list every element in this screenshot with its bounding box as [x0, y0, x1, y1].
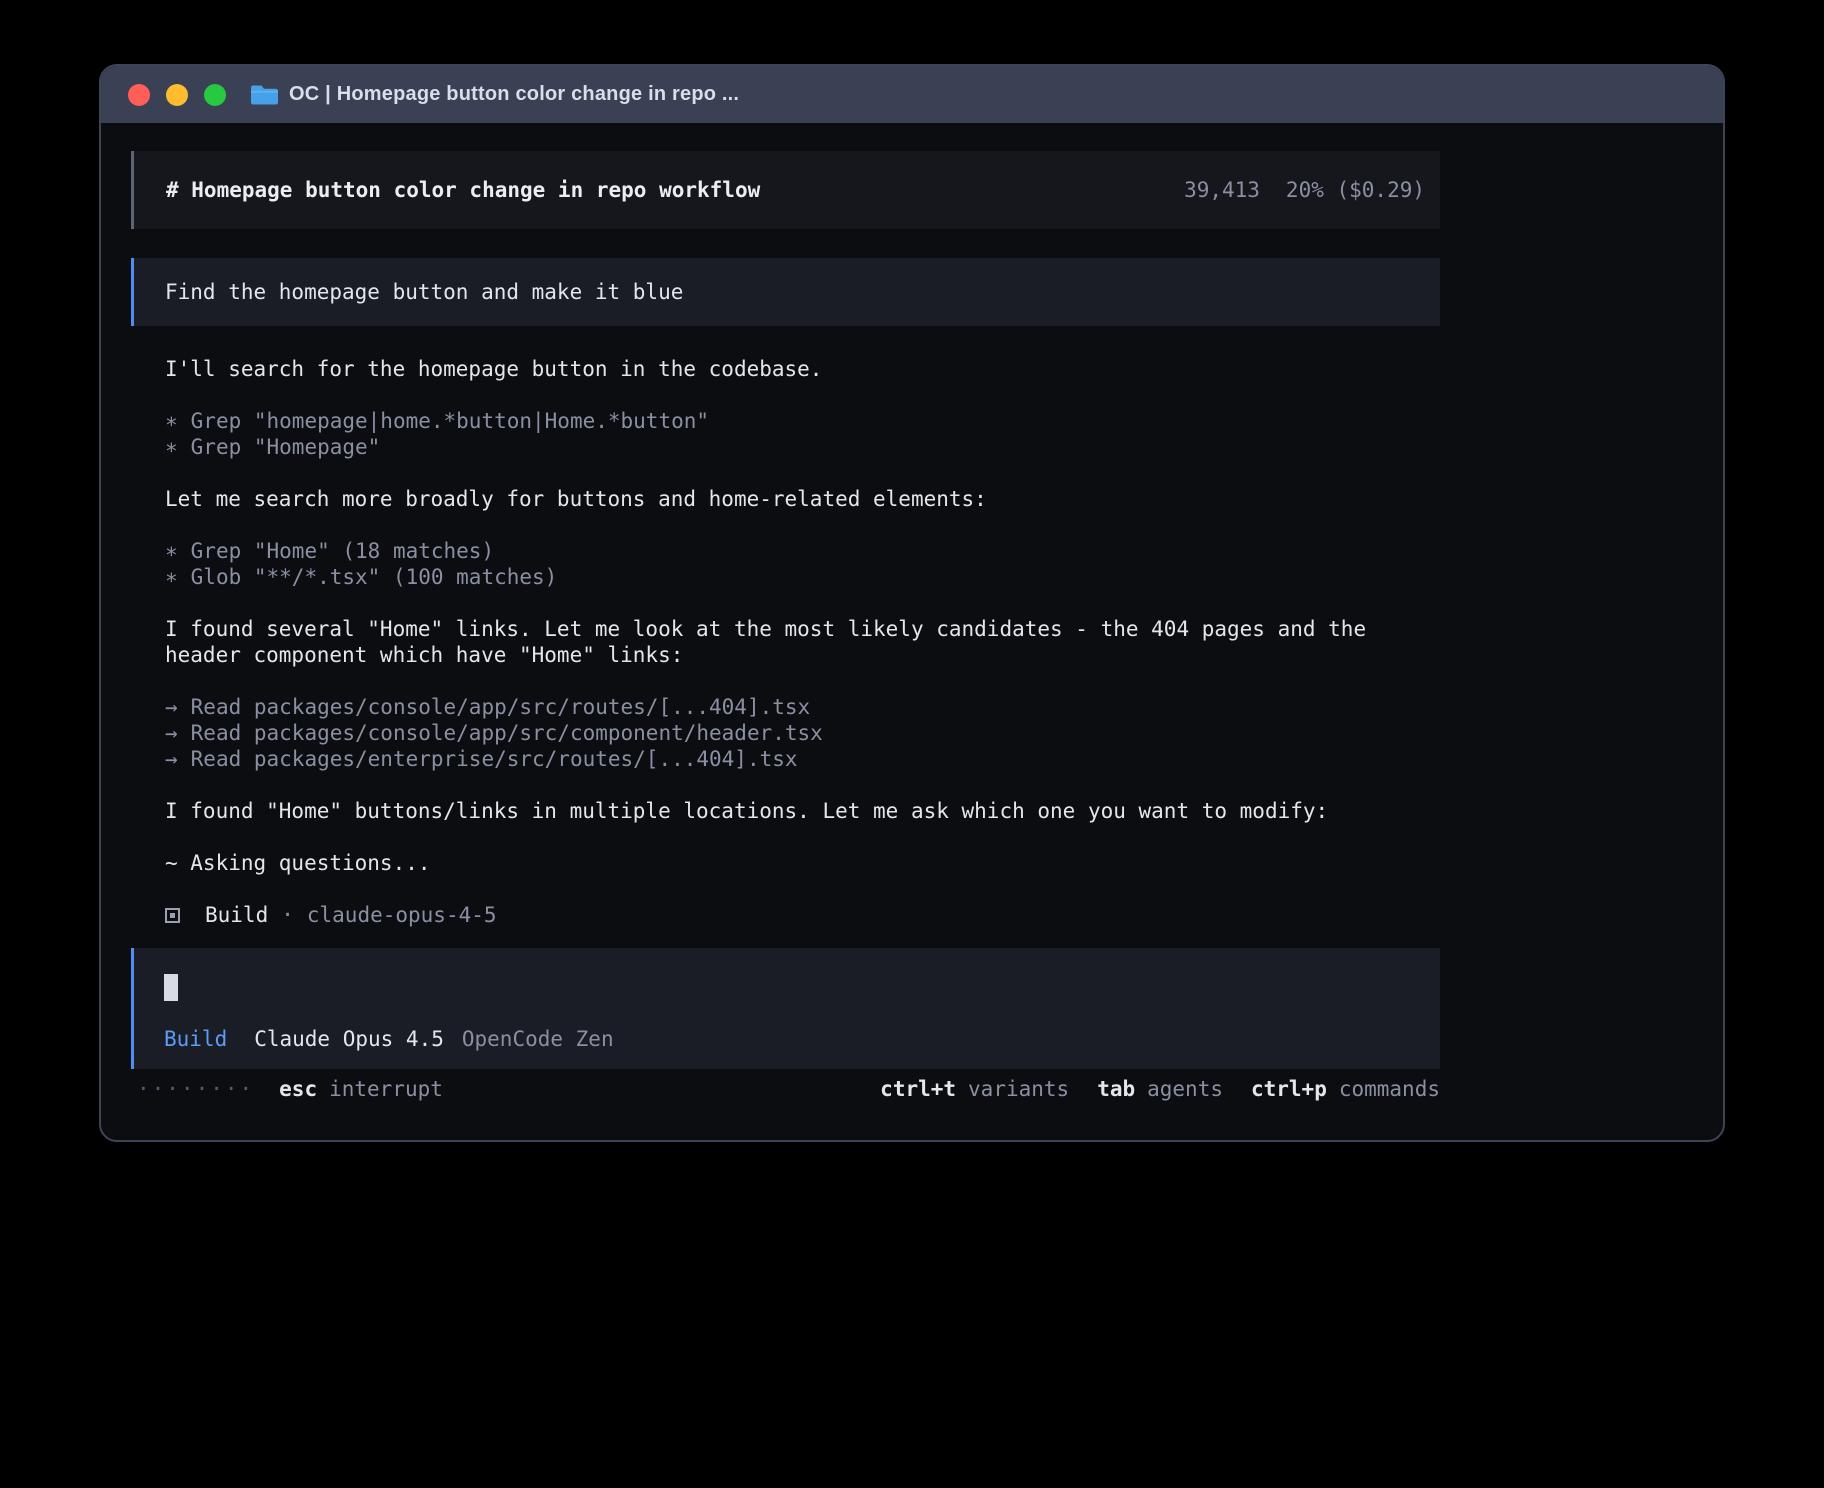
folder-icon	[251, 84, 278, 105]
read-arrow-icon: →	[165, 747, 178, 771]
assistant-text-line: I found "Home" buttons/links in multiple…	[165, 798, 1440, 824]
read-arrow-icon: →	[165, 695, 178, 719]
agent-status-line: Build · claude-opus-4-5	[165, 902, 1440, 928]
tool-call-line: →Read packages/enterprise/src/routes/[..…	[165, 746, 1440, 772]
window-title: OC | Homepage button color change in rep…	[289, 83, 739, 106]
read-arrow-icon: →	[165, 721, 178, 745]
tool-call-line: ∗Grep "Homepage"	[165, 434, 1440, 460]
tool-call-line: ∗Grep "Home" (18 matches)	[165, 538, 1440, 564]
dot-separator: ·	[281, 902, 294, 928]
ctrl-t-key-hint: ctrl+t	[880, 1077, 956, 1101]
token-count: 39,413	[1184, 178, 1260, 202]
agent-model: claude-opus-4-5	[307, 902, 497, 928]
tool-call-line: →Read packages/console/app/src/routes/[.…	[165, 694, 1440, 720]
status-line: ~ Asking questions...	[165, 850, 1440, 876]
tool-call-line: →Read packages/console/app/src/component…	[165, 720, 1440, 746]
assistant-text-line: I'll search for the homepage button in t…	[165, 356, 1440, 382]
agent-name: Build	[205, 902, 268, 928]
terminal-content: # Homepage button color change in repo w…	[101, 123, 1723, 1101]
shortcut-agents: tab agents	[1097, 1077, 1223, 1101]
minimize-button[interactable]	[166, 84, 188, 106]
session-title: # Homepage button color change in repo w…	[166, 178, 760, 202]
model-name: Claude Opus 4.5	[254, 1027, 444, 1051]
context-cost: 20% ($0.29)	[1286, 178, 1425, 202]
assistant-transcript: I'll search for the homepage button in t…	[131, 356, 1440, 928]
assistant-text-line: Let me search more broadly for buttons a…	[165, 486, 1440, 512]
grep-tool-icon: ∗	[165, 409, 178, 433]
glob-tool-icon: ∗	[165, 565, 178, 589]
mode-indicator: Build	[164, 1027, 227, 1051]
esc-key-hint: esc	[279, 1077, 317, 1101]
user-message-text: Find the homepage button and make it blu…	[165, 280, 683, 304]
window-titlebar[interactable]: OC | Homepage button color change in rep…	[101, 66, 1723, 123]
user-message: Find the homepage button and make it blu…	[131, 258, 1440, 326]
close-button[interactable]	[128, 84, 150, 106]
ctrl-p-key-hint: ctrl+p	[1251, 1077, 1327, 1101]
prompt-input[interactable]: Build Claude Opus 4.5 OpenCode Zen	[131, 948, 1440, 1069]
provider-name: OpenCode Zen	[462, 1027, 614, 1051]
progress-dots: ········	[137, 1077, 254, 1101]
agent-build-icon	[165, 908, 180, 923]
tool-call-line: ∗Grep "homepage|home.*button|Home.*butto…	[165, 408, 1440, 434]
grep-tool-icon: ∗	[165, 435, 178, 459]
interrupt-label: interrupt	[329, 1077, 443, 1101]
input-status-row: Build Claude Opus 4.5 OpenCode Zen	[164, 1027, 1440, 1051]
grep-tool-icon: ∗	[165, 539, 178, 563]
zoom-button[interactable]	[204, 84, 226, 106]
tool-call-line: ∗Glob "**/*.tsx" (100 matches)	[165, 564, 1440, 590]
shortcut-variants: ctrl+t variants	[880, 1077, 1069, 1101]
status-bar: ········ esc interrupt ctrl+t variants t…	[131, 1077, 1440, 1101]
terminal-window: OC | Homepage button color change in rep…	[99, 64, 1725, 1142]
session-stats: 39,413 20% ($0.29)	[1184, 178, 1425, 202]
tab-key-hint: tab	[1097, 1077, 1135, 1101]
text-cursor	[164, 974, 178, 1001]
assistant-text-line: I found several "Home" links. Let me loo…	[165, 616, 1440, 668]
shortcut-hints: ctrl+t variants tab agents ctrl+p comman…	[880, 1077, 1440, 1101]
session-header: # Homepage button color change in repo w…	[131, 151, 1440, 229]
shortcut-commands: ctrl+p commands	[1251, 1077, 1440, 1101]
